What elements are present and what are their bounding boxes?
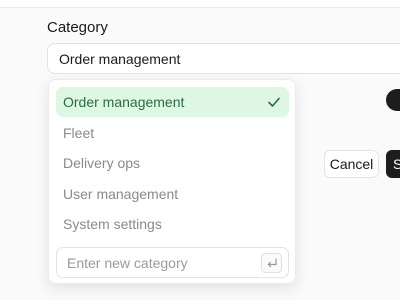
option-system-settings[interactable]: System settings: [56, 209, 289, 239]
option-order-management[interactable]: Order management: [56, 87, 289, 117]
category-dropdown: Order management Fleet Delivery ops User…: [48, 79, 296, 284]
category-label: Category: [47, 19, 108, 36]
option-label: Fleet: [63, 125, 95, 141]
option-user-management[interactable]: User management: [56, 179, 289, 209]
option-label: Delivery ops: [63, 155, 141, 171]
option-fleet[interactable]: Fleet: [56, 118, 289, 148]
cancel-button[interactable]: Cancel: [324, 150, 379, 178]
option-label: System settings: [63, 216, 162, 232]
category-select[interactable]: Order management: [47, 43, 400, 74]
check-icon: [268, 97, 280, 107]
option-label: Order management: [63, 94, 185, 110]
save-button[interactable]: S: [386, 150, 400, 178]
new-category-field: [56, 247, 289, 278]
option-delivery-ops[interactable]: Delivery ops: [56, 148, 289, 178]
new-category-input[interactable]: [58, 249, 258, 276]
enter-key-icon[interactable]: [261, 253, 282, 273]
toggle-switch[interactable]: [386, 89, 400, 111]
header-edge: [0, 0, 400, 8]
category-select-value: Order management: [59, 51, 181, 67]
option-label: User management: [63, 186, 179, 202]
